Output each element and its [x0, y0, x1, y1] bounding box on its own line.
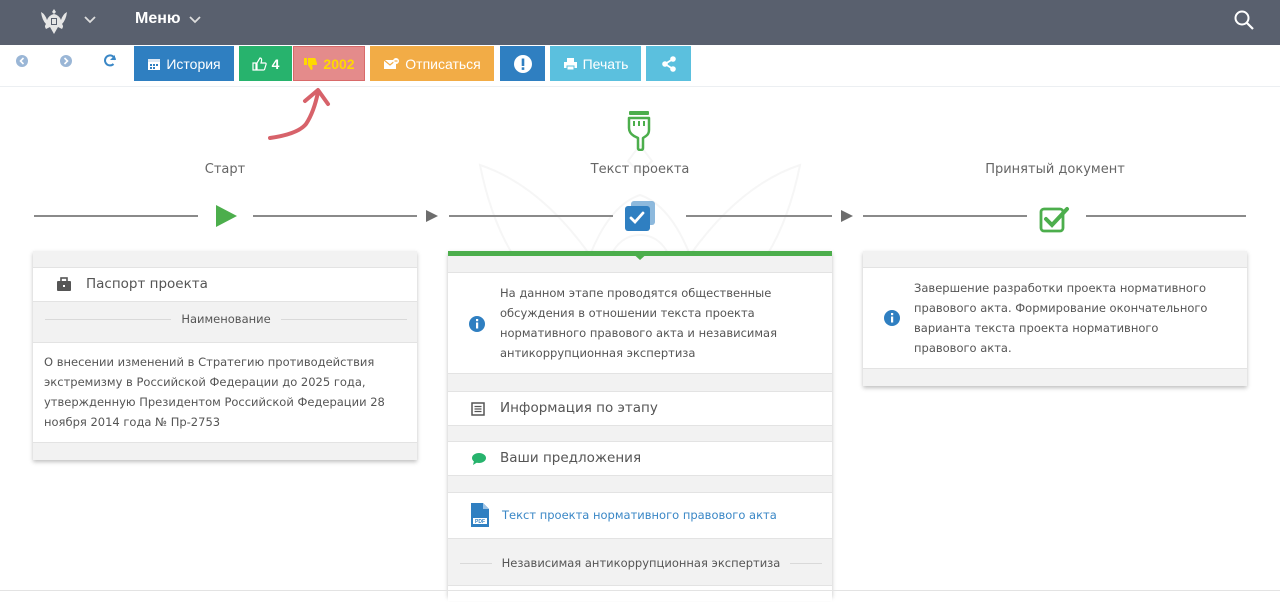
report-button[interactable]: [500, 46, 545, 81]
checkbox-checked-icon[interactable]: [1039, 205, 1071, 233]
dislikes-count: 2002: [323, 55, 355, 72]
list-icon: [471, 402, 485, 416]
pdf-file-icon: PDF: [471, 503, 489, 527]
timeline-line: [449, 215, 613, 217]
annotation-arrow-icon: [268, 88, 330, 140]
share-button[interactable]: [646, 46, 691, 81]
expertise-header: Независимая антикоррупционная экспертиза: [501, 556, 781, 570]
expertise-section: [448, 585, 832, 601]
top-navigation-bar: Меню: [0, 0, 1280, 45]
passport-header[interactable]: Паспорт проекта: [33, 267, 417, 302]
current-stage-checklist-icon[interactable]: [623, 199, 657, 233]
stage-info-item[interactable]: Информация по этапу: [448, 391, 832, 426]
thumbs-down-icon: [304, 57, 318, 70]
search-icon[interactable]: [1233, 9, 1255, 31]
like-button[interactable]: 4: [239, 46, 292, 81]
stage-project-text-label: Текст проекта: [590, 162, 690, 177]
expertise-divider: Независимая антикоррупционная экспертиза: [460, 556, 822, 570]
accepted-description-text: Завершение разработки проекта нормативно…: [914, 281, 1208, 355]
document-link[interactable]: Текст проекта нормативного правового акт…: [502, 508, 777, 522]
stage-info-label: Информация по этапу: [500, 400, 658, 416]
accepted-info-section: Завершение разработки проекта нормативно…: [863, 267, 1247, 369]
chevron-down-icon[interactable]: [83, 13, 97, 27]
dislike-button[interactable]: 2002: [293, 46, 365, 81]
project-text-card: На данном этапе проводятся общественные …: [448, 251, 832, 601]
envelope-icon: [383, 57, 400, 69]
accepted-document-card: Завершение разработки проекта нормативно…: [863, 251, 1247, 386]
briefcase-icon: [57, 277, 71, 291]
timeline-line: [34, 215, 198, 217]
print-label: Печать: [582, 55, 629, 72]
name-divider: Наименование: [45, 312, 407, 326]
refresh-icon[interactable]: [101, 52, 119, 70]
timeline-arrow-icon: [841, 210, 853, 222]
exclamation-icon: [513, 54, 532, 73]
stage-info-section: На данном этапе проводятся общественные …: [448, 272, 832, 374]
info-icon: [469, 316, 485, 332]
back-icon[interactable]: [13, 52, 31, 70]
name-header: Наименование: [181, 312, 271, 326]
timeline-line: [253, 215, 417, 217]
pointing-hand-icon: [627, 111, 651, 151]
page-bottom-divider: [0, 590, 1280, 591]
stage-description-text: На данном этапе проводятся общественные …: [500, 286, 778, 360]
unsubscribe-button[interactable]: Отписаться: [370, 46, 494, 81]
passport-label: Паспорт проекта: [86, 276, 208, 292]
name-section: О внесении изменений в Стратегию противо…: [33, 342, 417, 443]
timeline-line: [686, 215, 832, 217]
unsubscribe-label: Отписаться: [405, 55, 481, 72]
timeline-line: [1086, 215, 1246, 217]
document-item: PDF Текст проекта нормативного правового…: [448, 492, 832, 539]
history-label: История: [166, 55, 221, 72]
comment-icon: [472, 453, 486, 465]
printer-icon: [563, 57, 577, 70]
info-icon: [884, 310, 900, 326]
coat-of-arms-icon[interactable]: [38, 6, 70, 36]
svg-text:PDF: PDF: [475, 519, 485, 525]
thumbs-up-icon: [251, 56, 267, 71]
toolbar: История 4 2002 Отписаться Печать: [0, 45, 1280, 87]
history-button[interactable]: История: [134, 46, 234, 81]
likes-count: 4: [271, 55, 280, 72]
timeline-arrow-icon: [426, 210, 438, 222]
print-button[interactable]: Печать: [550, 46, 641, 81]
menu-button[interactable]: Меню: [135, 10, 181, 28]
proposals-label: Ваши предложения: [500, 450, 642, 466]
project-name-text: О внесении изменений в Стратегию противо…: [44, 355, 385, 429]
forward-icon[interactable]: [57, 52, 75, 70]
play-icon[interactable]: [213, 203, 239, 229]
stage-accepted-document-label: Принятый документ: [985, 162, 1125, 177]
timeline-line: [863, 215, 1027, 217]
stage-start-label: Старт: [204, 162, 246, 177]
calendar-icon: [148, 58, 161, 70]
proposals-item[interactable]: Ваши предложения: [448, 441, 832, 476]
share-icon: [661, 55, 676, 72]
card-pointer-icon: [630, 251, 650, 260]
menu-chevron-down-icon[interactable]: [188, 13, 202, 27]
project-passport-card: Паспорт проекта Наименование О внесении …: [33, 251, 417, 460]
